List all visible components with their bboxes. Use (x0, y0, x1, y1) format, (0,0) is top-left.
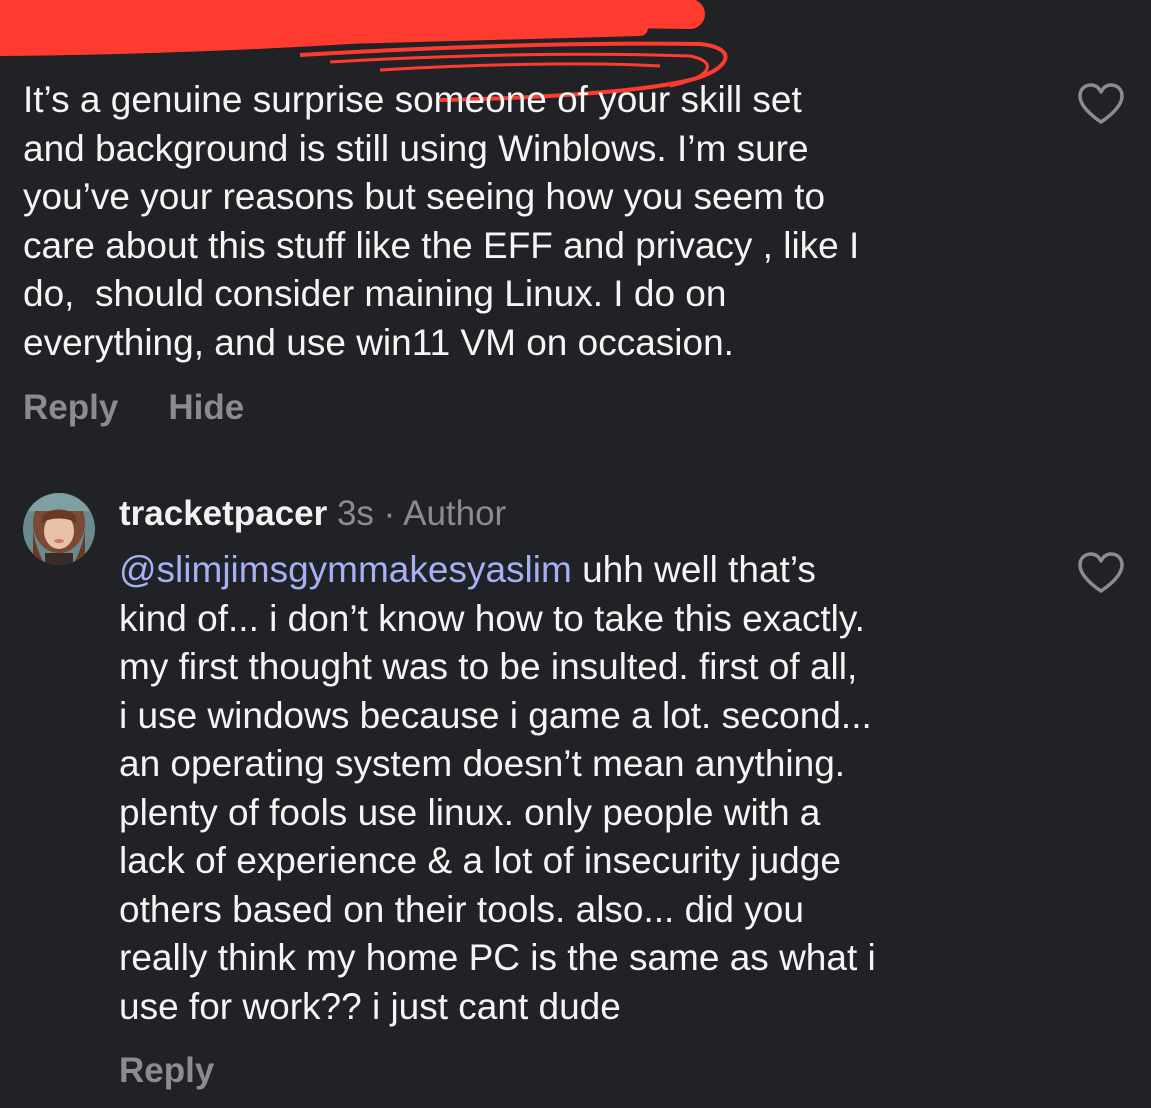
meta-separator: · (383, 494, 396, 533)
comment-body: It’s a genuine surprise someone of your … (23, 76, 1053, 367)
heart-icon[interactable] (1076, 82, 1126, 126)
comment-line: do, should consider maining Linux. I do … (23, 273, 727, 314)
comment-line: my first thought was to be insulted. fir… (119, 646, 858, 687)
comment-line: lack of experience & a lot of insecurity… (119, 840, 841, 881)
comment-line: really think my home PC is the same as w… (119, 937, 876, 978)
reply-button[interactable]: Reply (23, 388, 118, 427)
comment-body: @slimjimsgymmakesyaslim uhh well that’s … (119, 546, 1079, 1031)
comment-line: care about this stuff like the EFF and p… (23, 224, 860, 266)
mention-link[interactable]: @slimjimsgymmakesyaslim (119, 549, 572, 590)
comment-line: plenty of fools use linux. only people w… (119, 791, 821, 833)
comment-line: kind of... i don’t know how to take this… (119, 597, 865, 639)
timestamp: 3s (336, 494, 374, 533)
comment-line: others based on their tools. also... did… (119, 888, 804, 930)
reply-button[interactable]: Reply (119, 1051, 214, 1090)
comment-actions: Reply (119, 1051, 214, 1091)
username[interactable]: tracketpacer (119, 494, 327, 533)
hide-button[interactable]: Hide (168, 388, 244, 427)
comment-text-segment: uhh well that’s (571, 549, 816, 590)
comment-line: and background is still using Winblows. … (23, 127, 809, 169)
comment-line: i use windows because i game a lot. seco… (119, 694, 872, 736)
comment-line: @slimjimsgymmakesyaslim uhh well that’s (119, 546, 1079, 595)
comment-line: use for work?? i just cant dude (119, 985, 621, 1027)
comment-header: tracketpacer 3s · Author (119, 493, 506, 535)
author-badge: Author (403, 494, 507, 533)
comment-actions: Reply Hide (23, 388, 244, 428)
avatar-image (23, 493, 95, 565)
comment-line: you’ve your reasons but seeing how you s… (23, 176, 826, 217)
comment-line: It’s a genuine surprise someone of your … (23, 79, 802, 120)
heart-icon[interactable] (1076, 551, 1126, 595)
comment-line: everything, and use win11 VM on occasion… (23, 321, 734, 363)
avatar[interactable] (23, 493, 95, 565)
comment-line: an operating system doesn’t mean anythin… (119, 743, 846, 784)
